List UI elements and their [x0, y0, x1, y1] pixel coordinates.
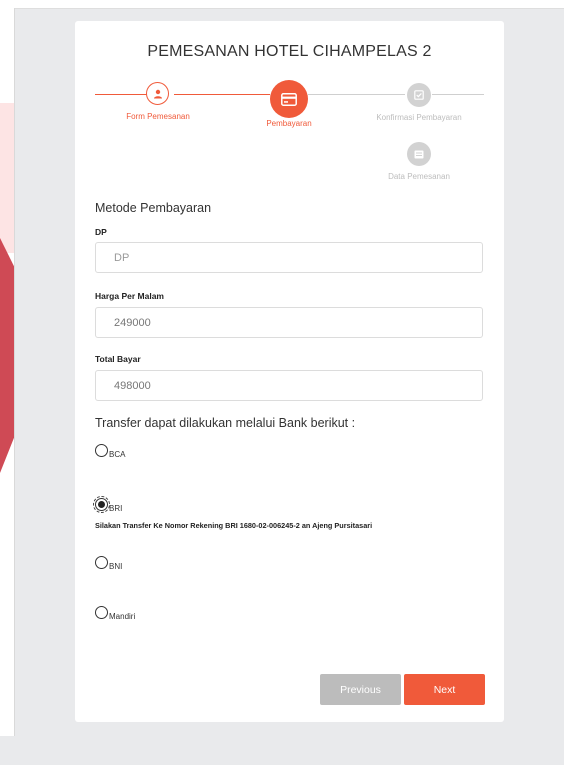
bank-label-bca: BCA: [109, 450, 126, 459]
step-data-pemesanan[interactable]: [407, 142, 431, 166]
bank-option-mandiri[interactable]: Mandiri: [95, 606, 136, 621]
transfer-title: Transfer dapat dilakukan melalui Bank be…: [95, 416, 356, 430]
step-label-form-pemesanan: Form Pemesanan: [126, 112, 190, 121]
step-konfirmasi-pembayaran[interactable]: [407, 83, 431, 107]
radio-bni[interactable]: [95, 556, 108, 569]
bank-label-mandiri: Mandiri: [109, 612, 136, 621]
user-icon: [153, 89, 162, 98]
previous-button[interactable]: Previous: [320, 674, 401, 705]
background-decoration-pink: [0, 103, 14, 253]
radio-bri[interactable]: [93, 496, 110, 513]
bank-label-bri: BRI: [109, 504, 123, 513]
background-panel: [0, 8, 15, 736]
step-label-data-pemesanan: Data Pemesanan: [388, 172, 450, 181]
bank-option-bri[interactable]: BRI: [93, 496, 123, 513]
progress-line-2: [174, 94, 270, 95]
radio-mandiri[interactable]: [95, 606, 108, 619]
harga-per-malam-input[interactable]: [95, 307, 483, 338]
step-label-konfirmasi-pembayaran: Konfirmasi Pembayaran: [376, 113, 462, 122]
radio-bca[interactable]: [95, 444, 108, 457]
step-label-pembayaran: Pembayaran: [266, 119, 312, 128]
total-bayar-input[interactable]: [95, 370, 483, 401]
radio-bri-selected-dot: [98, 501, 105, 508]
step-form-pemesanan[interactable]: [146, 82, 169, 105]
list-icon: [414, 150, 424, 158]
next-button[interactable]: Next: [404, 674, 485, 705]
credit-card-icon: [281, 92, 297, 106]
progress-line-4: [432, 94, 484, 95]
harga-per-malam-label: Harga Per Malam: [95, 291, 164, 301]
dp-input[interactable]: [95, 242, 483, 273]
background-decoration-red: [0, 238, 14, 473]
total-bayar-label: Total Bayar: [95, 354, 141, 364]
bank-transfer-info: Silakan Transfer Ke Nomor Rekening BRI 1…: [95, 521, 373, 530]
bank-option-bca[interactable]: BCA: [95, 444, 126, 459]
bank-label-bni: BNI: [109, 562, 123, 571]
page-title: PEMESANAN HOTEL CIHAMPELAS 2: [147, 43, 432, 60]
check-square-icon: [414, 90, 424, 100]
section-title: Metode Pembayaran: [95, 201, 212, 215]
booking-form-card: PEMESANAN HOTEL CIHAMPELAS 2 Form Pemesa…: [75, 21, 504, 722]
top-bar: [0, 0, 564, 9]
progress-line-3: [308, 94, 405, 95]
dp-label: DP: [95, 227, 107, 237]
step-pembayaran[interactable]: [270, 80, 308, 118]
bank-option-bni[interactable]: BNI: [95, 556, 123, 571]
